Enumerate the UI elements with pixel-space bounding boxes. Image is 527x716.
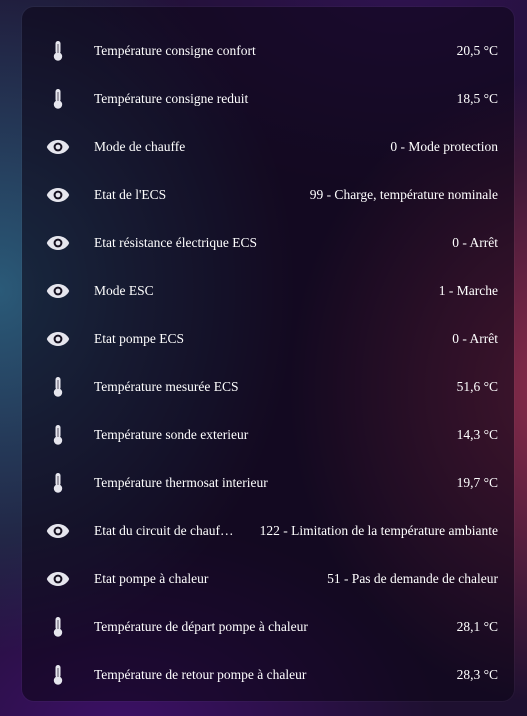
thermometer-icon — [44, 471, 72, 495]
eye-icon — [44, 327, 72, 351]
eye-icon — [44, 567, 72, 591]
entity-row-temperature-sonde-exterieur[interactable]: Température sonde exterieur 14,3 °C — [22, 411, 514, 459]
entity-value: 1 - Marche — [438, 283, 498, 298]
entity-value: 28,3 °C — [456, 667, 498, 682]
eye-icon — [44, 135, 72, 159]
entity-value: 19,7 °C — [456, 475, 498, 490]
entity-label: Etat pompe à chaleur — [94, 571, 209, 586]
entity-label: Température consigne reduit — [94, 91, 249, 106]
entity-value: 28,1 °C — [456, 619, 498, 634]
entity-label: Etat de l'ECS — [94, 187, 167, 202]
entity-label: Température mesurée ECS — [94, 379, 239, 394]
entity-row-temperature-retour-pompe-a-chaleur[interactable]: Température de retour pompe à chaleur 28… — [22, 651, 514, 699]
entity-label: Etat pompe ECS — [94, 331, 184, 346]
entity-row-temperature-thermosat-interieur[interactable]: Température thermosat interieur 19,7 °C — [22, 459, 514, 507]
entity-row-mode-esc[interactable]: Mode ESC 1 - Marche — [22, 267, 514, 315]
entity-row-etat-resistance-electrique-ecs[interactable]: Etat résistance électrique ECS 0 - Arrêt — [22, 219, 514, 267]
eye-icon — [44, 183, 72, 207]
entity-label: Etat du circuit de chauf… — [94, 523, 234, 538]
entity-label: Température de retour pompe à chaleur — [94, 667, 307, 682]
entity-label: Etat résistance électrique ECS — [94, 235, 258, 250]
entity-label: Température thermosat interieur — [94, 475, 268, 490]
entity-value: 122 - Limitation de la température ambia… — [259, 523, 498, 538]
entity-row-etat-circuit-de-chauffage[interactable]: Etat du circuit de chauf… 122 - Limitati… — [22, 507, 514, 555]
entity-value: 0 - Mode protection — [390, 139, 498, 154]
entity-label: Mode de chauffe — [94, 139, 186, 154]
entity-label: Température sonde exterieur — [94, 427, 249, 442]
entity-value: 51,6 °C — [456, 379, 498, 394]
entity-value: 18,5 °C — [456, 91, 498, 106]
eye-icon — [44, 231, 72, 255]
entities-card: Température consigne confort 20,5 °C Tem… — [22, 7, 514, 701]
thermometer-icon — [44, 375, 72, 399]
thermometer-icon — [44, 423, 72, 447]
entity-value: 99 - Charge, température nominale — [309, 187, 498, 202]
entity-value: 0 - Arrêt — [452, 235, 498, 250]
thermometer-icon — [44, 615, 72, 639]
entity-value: 51 - Pas de demande de chaleur — [327, 571, 498, 586]
eye-icon — [44, 279, 72, 303]
entity-row-temperature-mesuree-ecs[interactable]: Température mesurée ECS 51,6 °C — [22, 363, 514, 411]
entity-row-etat-pompe-ecs[interactable]: Etat pompe ECS 0 - Arrêt — [22, 315, 514, 363]
thermometer-icon — [44, 87, 72, 111]
entity-row-temperature-consigne-reduit[interactable]: Température consigne reduit 18,5 °C — [22, 75, 514, 123]
entity-row-etat-ecs[interactable]: Etat de l'ECS 99 - Charge, température n… — [22, 171, 514, 219]
entity-value: 0 - Arrêt — [452, 331, 498, 346]
thermometer-icon — [44, 39, 72, 63]
entity-value: 20,5 °C — [456, 43, 498, 58]
entity-value: 14,3 °C — [456, 427, 498, 442]
entity-label: Mode ESC — [94, 283, 154, 298]
eye-icon — [44, 519, 72, 543]
entity-row-temperature-depart-pompe-a-chaleur[interactable]: Température de départ pompe à chaleur 28… — [22, 603, 514, 651]
entity-label: Température de départ pompe à chaleur — [94, 619, 308, 634]
entity-row-mode-de-chauffe[interactable]: Mode de chauffe 0 - Mode protection — [22, 123, 514, 171]
thermometer-icon — [44, 663, 72, 687]
entity-row-etat-pompe-a-chaleur[interactable]: Etat pompe à chaleur 51 - Pas de demande… — [22, 555, 514, 603]
entity-row-temperature-consigne-confort[interactable]: Température consigne confort 20,5 °C — [22, 27, 514, 75]
entity-label: Température consigne confort — [94, 43, 256, 58]
